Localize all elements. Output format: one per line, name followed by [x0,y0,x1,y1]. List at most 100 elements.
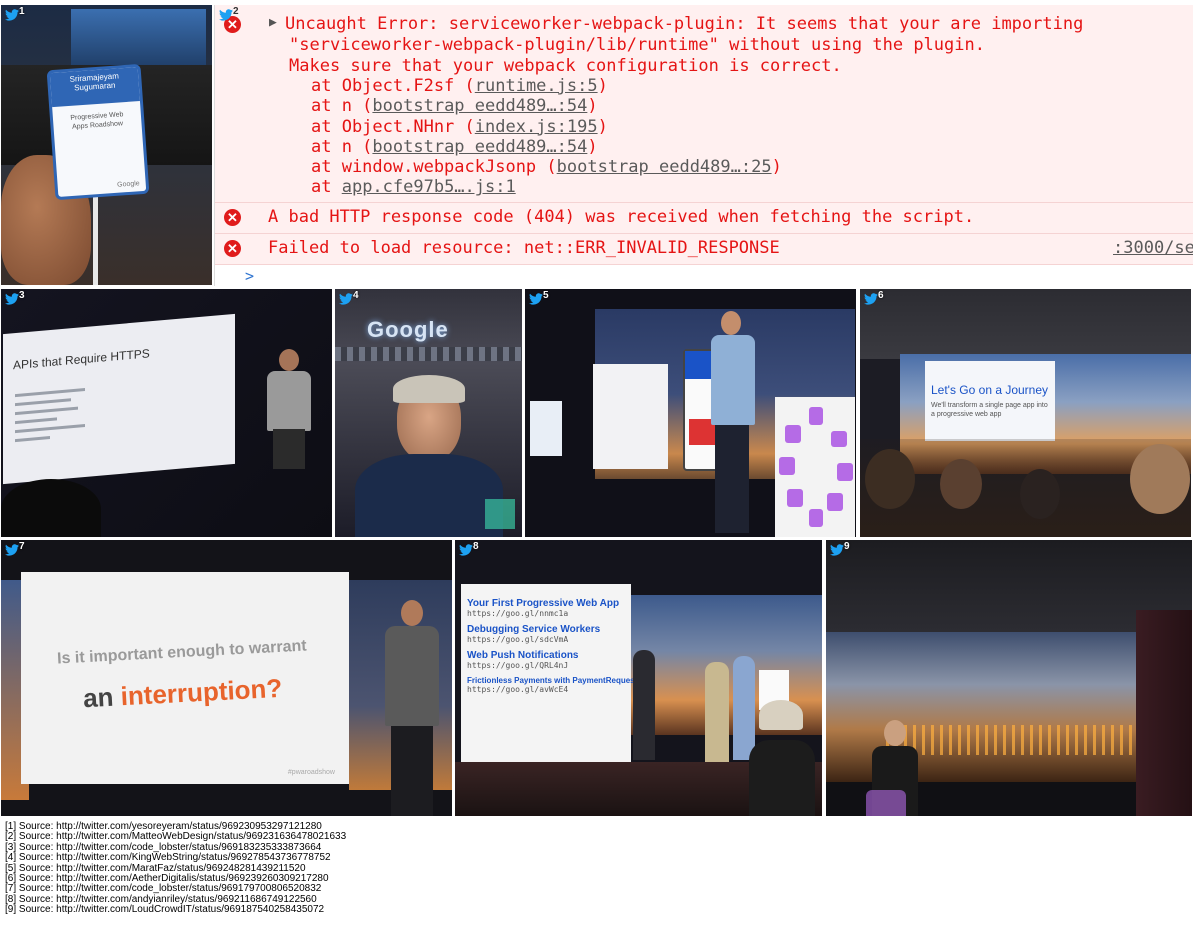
codelabs-slide: Your First Progressive Web App https://g… [461,584,653,762]
stack-frame: at Object.NHnr (index.js:195) [311,116,608,137]
codelab-title: Frictionless Payments with PaymentReques… [467,676,653,685]
expand-arrow-icon[interactable]: ▶ [269,15,277,30]
stack-frame: at n (bootstrap eedd489…:54) [311,136,598,157]
projected-slide: APIs that Require HTTPS [3,313,235,485]
codelab-title: Debugging Service Workers [467,624,601,635]
tweet-number: 6 [878,290,884,301]
photo-7-interruption: 7 Is it important enough to warrant an i… [1,540,452,816]
tweet-marker-6: 6 [864,290,884,305]
audience-member [745,700,815,816]
twitter-bird-icon [339,293,353,305]
photo-6-journey: 6 Let's Go on a Journey We'll transform … [860,289,1191,537]
codelab-item: Web Push Notifications https://goo.gl/QR… [467,650,632,670]
slide-line2-accent: interruption? [119,672,283,712]
photo-9-stage: 9 [826,540,1192,816]
slide-bullets [15,382,85,448]
stack-frame-link[interactable]: runtime.js:5 [475,76,598,96]
twitter-bird-icon [5,9,19,21]
speaker [707,311,767,533]
photo-3-https-slide: 3 APIs that Require HTTPS [1,289,332,537]
tweet-number: 5 [543,290,549,301]
tweet-number: 7 [19,541,25,552]
error-message-line3: Makes sure that your webpack configurati… [289,56,842,76]
tweet-marker-5: 5 [529,290,549,305]
codelab-url: https://goo.gl/avWcE4 [467,685,569,694]
pwa-logo-icon [779,407,853,527]
photo-2-console: 2 ✕ ▶ Uncaught Error: serviceworker-webp… [214,5,1193,286]
ceiling-lights [335,347,522,361]
source-list: [1] Source: http://twitter.com/yesoreyer… [5,821,346,916]
tweet-marker-8: 8 [459,541,479,556]
twitter-bird-icon [5,544,19,556]
stack-trace: at Object.F2sf (runtime.js:5) at n (boot… [311,76,782,198]
stack-frame-link[interactable]: app.cfe97b5….js:1 [342,177,516,197]
google-sign: Google [367,317,449,342]
slide-subtitle: We'll transform a single page app into a… [931,402,1048,418]
twitter-bird-icon [459,544,473,556]
console-error-load: ✕ Failed to load resource: net::ERR_INVA… [215,234,1193,265]
slide-line2-prefix: an [82,681,122,714]
photo-8-codelabs: 8 Your First Progressive Web App https:/… [455,540,822,816]
tweet-marker-4: 4 [339,290,359,305]
badge-subtitle: Progressive Web Apps Roadshow [70,111,124,131]
stack-frame-link[interactable]: bootstrap eedd489…:54 [372,137,587,157]
audience [860,439,1191,537]
audience-head [1,479,101,537]
stack-frame-link[interactable]: bootstrap eedd489…:25 [557,157,772,177]
error-source-link[interactable]: :3000/se [1113,238,1193,258]
tweet-marker-9: 9 [830,541,850,556]
ceiling-pipes [860,289,1191,359]
stack-frame-link[interactable]: index.js:195 [475,117,598,137]
photo-4-selfie: 4 Google [335,289,522,537]
slide-title: APIs that Require HTTPS [13,346,150,373]
tweet-number: 4 [353,290,359,301]
codelab-list: Your First Progressive Web App https://g… [467,598,653,700]
codelab-url: https://goo.gl/sdcVmA [467,635,569,644]
codelab-url: https://goo.gl/QRL4nJ [467,661,569,670]
twitter-bird-icon [830,544,844,556]
pwa-logo [866,790,906,816]
person-jacket [355,454,503,537]
slide-panel [593,364,668,469]
console-prompt[interactable]: > [245,267,254,285]
tweet-number: 2 [233,6,239,17]
slide-line2: an interruption? [82,673,283,714]
console-error-404: ✕ A bad HTTP response code (404) was rec… [215,203,1193,234]
codelab-item: Debugging Service Workers https://goo.gl… [467,624,632,644]
speaker [377,600,447,816]
stack-frame: at n (bootstrap eedd489…:54) [311,96,598,117]
green-light [485,499,515,529]
photo-5-speaker: 5 [525,289,856,537]
twitter-bird-icon [5,293,19,305]
codelab-item: Your First Progressive Web App https://g… [467,598,632,618]
person-cap [393,375,465,403]
codelab-title: Web Push Notifications [467,650,579,661]
side-screen [530,401,562,456]
tweet-marker-7: 7 [5,541,25,556]
tweet-number: 9 [844,541,850,552]
interruption-slide: Is it important enough to warrant an int… [21,572,349,784]
error-message-line2: "serviceworker-webpack-plugin/lib/runtim… [289,35,985,55]
speaker [259,349,319,469]
slide-hashtag: #pwaroadshow [287,769,335,776]
error-message-line1: Uncaught Error: serviceworker-webpack-pl… [285,14,1084,34]
slide-line1: Is it important enough to warrant [56,637,308,668]
stack-frame-link[interactable]: bootstrap eedd489…:54 [372,96,587,116]
stack-frame: at window.webpackJsonp (bootstrap eedd48… [311,157,782,178]
twitter-bird-icon [529,293,543,305]
tweet-marker-2: 2 [219,6,239,21]
tweet-marker-1: 1 [5,6,25,21]
podium [775,397,855,537]
tweet-number: 3 [19,290,25,301]
error-message: Failed to load resource: net::ERR_INVALI… [268,238,780,258]
error-icon: ✕ [224,240,241,257]
slide-title: Let's Go on a Journey [931,383,1049,397]
tweet-number: 8 [473,541,479,552]
error-message: A bad HTTP response code (404) was recei… [268,207,975,227]
stack-frame: at app.cfe97b5….js:1 [311,177,516,198]
stack-frame: at Object.F2sf (runtime.js:5) [311,76,608,96]
photo-1-badge: 1 Sriramajeyam Sugumaran Progressive Web… [1,5,212,285]
badge-logo: Google [116,180,140,189]
codelab-title: Your First Progressive Web App [467,598,620,609]
twitter-bird-icon [864,293,878,305]
